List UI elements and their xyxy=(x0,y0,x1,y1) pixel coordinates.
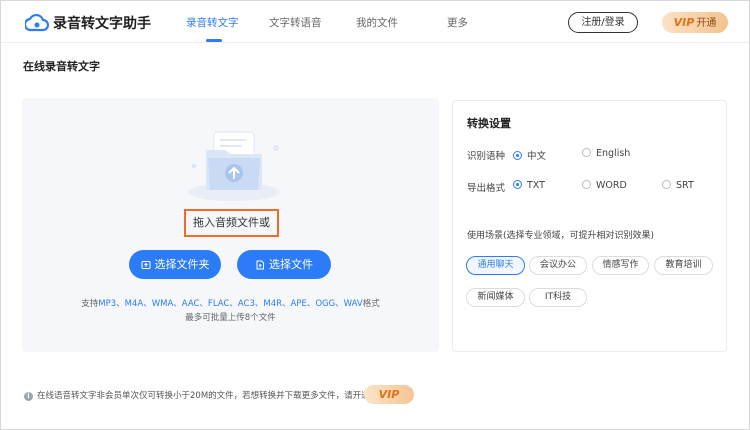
radio-unselected-icon xyxy=(662,180,671,189)
notice-vip-button[interactable]: VIP xyxy=(364,385,414,404)
app-title: 录音转文字助手 xyxy=(53,16,151,32)
scene-chip-news-media[interactable]: 新闻媒体 xyxy=(466,288,525,307)
export-option-txt[interactable]: TXT xyxy=(513,180,545,191)
formats-prefix: 支持 xyxy=(81,299,99,309)
language-option-label: English xyxy=(596,148,631,159)
membership-notice: i 在线语音转文字非会员单次仅可转换小于20M的文件，若想转换并下载更多文件，请开… xyxy=(24,389,370,401)
select-file-button[interactable]: 选择文件 xyxy=(237,250,331,279)
select-folder-button[interactable]: 选择文件夹 xyxy=(129,250,221,279)
radio-unselected-icon xyxy=(582,180,591,189)
page-title: 在线录音转文字 xyxy=(23,60,100,73)
nav-active-indicator xyxy=(206,39,222,42)
vip-open-button[interactable]: VIP 开通 xyxy=(662,12,728,33)
scene-chip-meeting[interactable]: 会议办公 xyxy=(529,256,587,275)
top-header: 录音转文字助手 录音转文字 文字转语音 我的文件 更多 注册/登录 VIP 开通 xyxy=(1,1,749,43)
select-folder-label: 选择文件夹 xyxy=(154,258,210,271)
select-file-label: 选择文件 xyxy=(269,258,313,271)
upload-drop-zone[interactable]: 拖入音频文件或 选择文件夹 选择文件 支持MP3、M4A、WMA、AAC、FLA… xyxy=(22,98,439,352)
scene-chip-emotional-writing[interactable]: 情感写作 xyxy=(592,256,649,275)
language-label: 识别语种 xyxy=(467,151,506,162)
nav-tab-my-files[interactable]: 我的文件 xyxy=(356,15,398,30)
nav-tab-more[interactable]: 更多 xyxy=(447,15,468,30)
drag-audio-hint: 拖入音频文件或 xyxy=(184,209,279,237)
scene-chip-general-chat[interactable]: 通用聊天 xyxy=(466,256,525,275)
export-format-label: 导出格式 xyxy=(467,183,506,194)
language-option-chinese[interactable]: 中文 xyxy=(513,148,546,162)
upload-folder-icon xyxy=(188,131,280,201)
cloud-logo-icon xyxy=(25,13,49,32)
folder-upload-icon xyxy=(141,261,150,269)
formats-suffix: 格式 xyxy=(362,299,380,309)
supported-formats: 支持MP3、M4A、WMA、AAC、FLAC、AC3、M4R、APE、OGG、W… xyxy=(22,297,439,309)
nav-tab-audio-to-text[interactable]: 录音转文字 xyxy=(186,15,239,30)
scene-chip-education[interactable]: 教育培训 xyxy=(654,256,713,275)
language-option-english[interactable]: English xyxy=(582,148,630,159)
vip-open-label: 开通 xyxy=(696,18,717,29)
scene-label: 使用场景(选择专业领域，可提升相对识别效果) xyxy=(467,231,655,241)
radio-unselected-icon xyxy=(582,148,591,157)
export-option-label: SRT xyxy=(676,180,694,191)
nav-tab-text-to-speech[interactable]: 文字转语音 xyxy=(269,15,322,30)
upload-limit-text: 最多可批量上传8个文件 xyxy=(185,313,276,323)
file-upload-icon xyxy=(256,260,264,270)
formats-list: MP3、M4A、WMA、AAC、FLAC、AC3、M4R、APE、OGG、WAV xyxy=(98,299,363,309)
export-option-word[interactable]: WORD xyxy=(582,180,627,191)
export-option-label: TXT xyxy=(527,180,545,191)
scene-chip-it-tech[interactable]: IT科技 xyxy=(529,288,587,307)
notice-text: 在线语音转文字非会员单次仅可转换小于20M的文件，若想转换并下载更多文件，请开通 xyxy=(37,391,370,401)
radio-selected-icon xyxy=(513,180,522,189)
login-register-button[interactable]: 注册/登录 xyxy=(568,12,638,33)
conversion-settings-panel: 转换设置 识别语种 中文 English 导出格式 TXT WORD SRT 使… xyxy=(452,100,727,352)
radio-selected-icon xyxy=(513,151,522,160)
settings-title: 转换设置 xyxy=(467,117,511,130)
language-option-label: 中文 xyxy=(527,151,547,162)
info-icon: i xyxy=(24,392,33,401)
export-option-srt[interactable]: SRT xyxy=(662,180,694,191)
export-option-label: WORD xyxy=(596,180,627,191)
vip-badge-text: VIP xyxy=(673,16,695,29)
